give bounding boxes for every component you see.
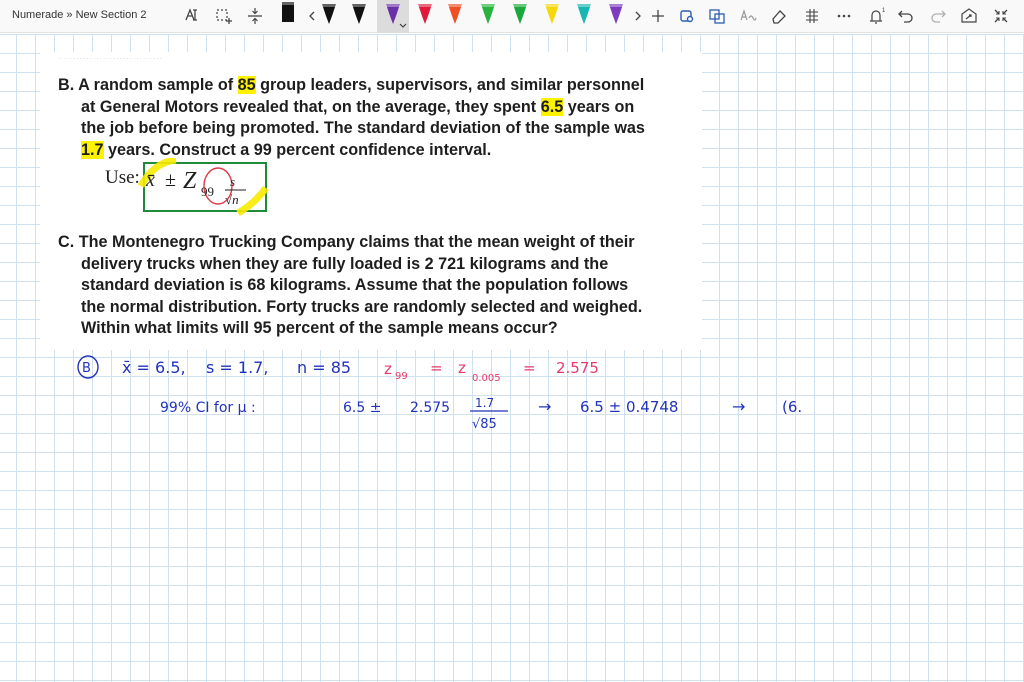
problem-b-line-1: B. A random sample of 85 group leaders, …	[58, 76, 645, 94]
handwritten-ci-denominator: √85	[472, 417, 497, 432]
handwritten-s: s = 1.7,	[206, 358, 268, 377]
pen-purple-2-icon[interactable]	[609, 4, 623, 24]
handwritten-ci-result: 6.5 ± 0.4748	[580, 398, 678, 416]
handwritten-ci-expr: 6.5 ±	[343, 400, 381, 416]
chevron-left-icon[interactable]	[307, 6, 317, 26]
handwritten-arrow-1: →	[538, 397, 551, 416]
handwritten-z-eq-2: =	[523, 359, 536, 377]
ink-to-text-icon[interactable]	[738, 6, 758, 26]
handwritten-z-mid: z	[458, 359, 466, 377]
problem-c-line-4: the normal distribution. Forty trucks ar…	[81, 297, 643, 316]
problem-b-label: B.	[58, 76, 75, 94]
handwritten-z-lhs: z	[384, 360, 392, 378]
formula-use-label: Use:	[105, 167, 140, 188]
formula-denominator: √n	[225, 192, 239, 207]
cropped-text: . . . . . . . . . . . . . . . . . . . . …	[60, 55, 162, 61]
tips-icon[interactable]: 1	[866, 6, 886, 26]
highlight-1-7: 1.7	[81, 140, 104, 159]
ink-to-shape-icon[interactable]	[707, 6, 727, 26]
problem-c-line-5: Within what limits will 95 percent of th…	[81, 319, 558, 337]
full-screen-icon[interactable]	[991, 6, 1011, 26]
undo-icon[interactable]	[896, 6, 916, 26]
handwritten-ci-numerator: 1.7	[475, 396, 494, 410]
pen-teal-icon[interactable]	[577, 4, 591, 24]
highlight-85: 85	[237, 76, 256, 94]
add-pen-icon[interactable]	[648, 6, 668, 26]
ruler-icon[interactable]	[677, 6, 697, 26]
svg-text:1: 1	[882, 8, 886, 14]
problem-b: B. A random sample of 85 group leaders, …	[58, 75, 698, 161]
share-icon[interactable]	[959, 6, 979, 26]
problem-c: C. The Montenegro Trucking Company claim…	[58, 232, 698, 340]
pen-orange-icon[interactable]	[448, 4, 462, 24]
problem-c-line-3: standard deviation is 68 kilograms. Assu…	[81, 276, 629, 294]
handwritten-ci-z: 2.575	[410, 400, 450, 416]
eraser-icon[interactable]	[769, 6, 789, 26]
pen-green-icon[interactable]	[481, 4, 495, 24]
problem-c-line-2: delivery trucks when they are fully load…	[81, 254, 609, 273]
handwritten-xbar: x̄ = 6.5,	[122, 358, 186, 377]
formula-numerator: s	[230, 174, 235, 189]
pen-red-icon[interactable]	[418, 4, 432, 24]
formula-z: Z	[183, 168, 197, 194]
more-icon[interactable]	[834, 6, 854, 26]
formula-sub: 99	[201, 184, 214, 199]
handwritten-z-lhs-sub: 99	[395, 371, 408, 382]
handwritten-solution: B x̄ = 6.5, s = 1.7, n = 85 z 99 = z 0.0…	[77, 355, 802, 432]
handwritten-label: B	[82, 361, 91, 376]
onenote-toolbar: Numerade » New Section 2 1	[0, 0, 1024, 33]
formula-xbar: x̄	[145, 169, 155, 191]
redo-icon[interactable]	[928, 6, 948, 26]
problem-b-line-2: at General Motors revealed that, on the …	[81, 97, 635, 116]
confidence-interval-formula: x̄ ± Z 99 s √n	[138, 158, 269, 217]
chevron-right-icon[interactable]	[633, 6, 643, 26]
handwritten-z-eq-1: =	[430, 359, 443, 377]
handwritten-ci-final: (6.	[782, 398, 802, 416]
problem-c-line-1: C. The Montenegro Trucking Company claim…	[58, 233, 635, 251]
highlight-6-5: 6.5	[540, 97, 564, 116]
highlight-stroke-2	[236, 185, 269, 217]
handwritten-z-mid-sub: 0.005	[472, 373, 501, 384]
pen-black-2-icon[interactable]	[322, 4, 336, 24]
pen-yellow-icon[interactable]	[545, 4, 559, 24]
pen-green-2-icon[interactable]	[513, 4, 527, 24]
pen-black-icon[interactable]	[281, 2, 295, 22]
pen-black-3-icon[interactable]	[352, 4, 366, 24]
handwritten-arrow-2: →	[732, 397, 745, 416]
handwritten-ci-label: 99% CI for μ :	[160, 400, 256, 416]
problem-b-line-3: the job before being promoted. The stand…	[81, 119, 645, 137]
ink-replay-icon[interactable]	[802, 6, 822, 26]
handwritten-z-value: 2.575	[556, 359, 599, 377]
pen-purple-icon[interactable]	[386, 4, 400, 24]
problem-c-label: C.	[58, 233, 75, 251]
pen-dropdown-chevron-icon[interactable]	[399, 23, 407, 28]
formula-pm: ±	[165, 169, 176, 191]
handwritten-n: n = 85	[297, 358, 351, 377]
